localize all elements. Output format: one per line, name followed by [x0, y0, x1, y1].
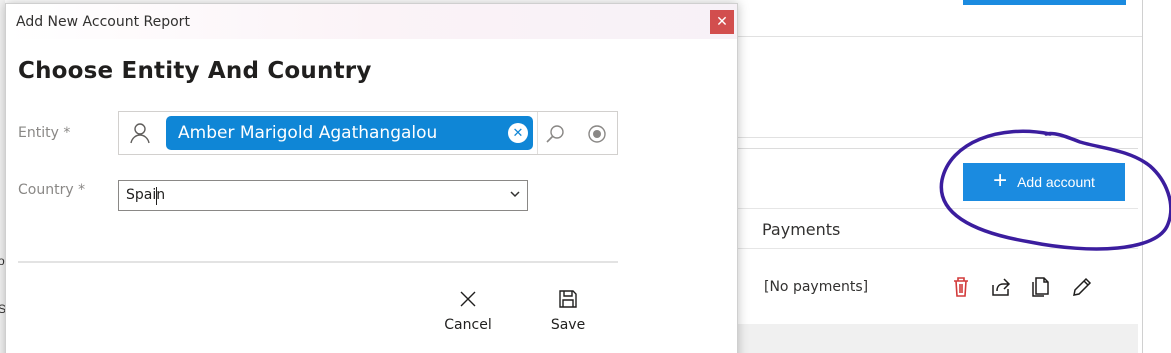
- entity-label: Entity *: [18, 125, 71, 141]
- delete-icon[interactable]: [950, 275, 972, 299]
- cancel-label: Cancel: [444, 317, 492, 333]
- divider: [738, 208, 1138, 209]
- divider: [18, 261, 618, 263]
- dialog-titlebar[interactable]: Add New Account Report ✕: [6, 4, 737, 39]
- divider: [738, 36, 1143, 37]
- search-icon[interactable]: [544, 123, 566, 145]
- cancel-button[interactable]: Cancel: [438, 289, 498, 333]
- plus-icon: +: [993, 167, 1008, 194]
- close-button[interactable]: ✕: [710, 9, 734, 34]
- country-select[interactable]: Spain: [118, 180, 528, 211]
- save-disk-icon: [559, 290, 577, 308]
- close-icon: ✕: [716, 13, 728, 29]
- page-title: Choose Entity And Country: [18, 58, 372, 84]
- save-button[interactable]: Save: [538, 289, 598, 333]
- row-actions: [950, 275, 1092, 299]
- entity-tag-label: Amber Marigold Agathangalou: [178, 123, 438, 143]
- close-x-icon: [460, 291, 476, 307]
- chevron-down-icon[interactable]: [509, 187, 521, 201]
- top-button-edge[interactable]: [963, 0, 1126, 5]
- text-cursor: [156, 187, 157, 205]
- entity-lookup-field[interactable]: Amber Marigold Agathangalou ✕: [118, 111, 618, 155]
- target-icon[interactable]: [586, 123, 608, 145]
- no-payments-text: [No payments]: [764, 279, 869, 295]
- person-icon: [130, 123, 150, 144]
- country-label: Country *: [18, 182, 86, 198]
- dialog-title: Add New Account Report: [16, 13, 190, 30]
- add-account-label: Add account: [1017, 174, 1095, 190]
- share-icon[interactable]: [990, 275, 1012, 299]
- divider: [738, 248, 1138, 249]
- add-account-button[interactable]: + Add account: [963, 163, 1125, 201]
- save-label: Save: [550, 317, 586, 333]
- scrollbar-track[interactable]: [1142, 0, 1143, 353]
- country-value: Spain: [126, 187, 166, 203]
- copy-icon[interactable]: [1030, 275, 1052, 299]
- remove-tag-icon[interactable]: ✕: [508, 123, 528, 143]
- table-row: [738, 324, 1138, 353]
- payments-column-header: Payments: [762, 220, 841, 239]
- entity-tag[interactable]: Amber Marigold Agathangalou ✕: [166, 116, 533, 150]
- edit-icon[interactable]: [1070, 275, 1092, 299]
- divider: [537, 112, 538, 154]
- divider: [738, 137, 1143, 138]
- add-account-report-dialog: Add New Account Report ✕ Choose Entity A…: [5, 3, 738, 353]
- left-text-fragment: o: [0, 254, 5, 268]
